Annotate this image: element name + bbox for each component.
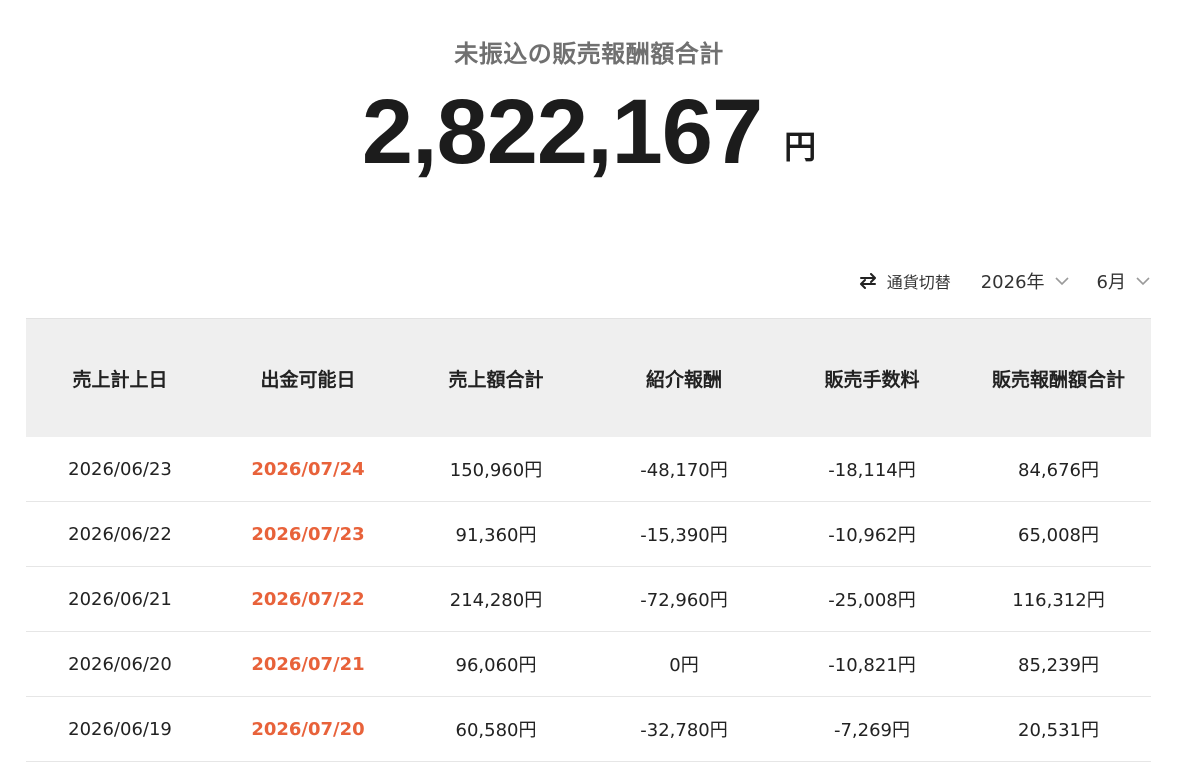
cell-reward-total: 116,312円 [1012,590,1105,611]
column-header-withdraw-date: 出金可能日 [260,368,356,391]
cell-reward-total: 85,239円 [1018,655,1099,676]
currency-toggle-button[interactable]: 通貨切替 [857,269,951,293]
summary-amount-group: 2,822,167 円 [0,82,1178,182]
cell-referral-reward: -15,390円 [640,525,728,546]
cell-reward-total: 20,531円 [1018,720,1099,741]
table-row: 2026/06/22 2026/07/23 91,360円 -15,390円 -… [26,502,1151,567]
cell-withdraw-date: 2026/07/20 [251,718,365,740]
cell-withdraw-date: 2026/07/23 [251,523,365,545]
summary-title: 未振込の販売報酬額合計 [454,40,724,68]
year-select-value: 2026年 [980,272,1045,293]
cell-sales-fee: -10,962円 [828,525,916,546]
cell-sales-date: 2026/06/19 [68,718,172,740]
summary-unit: 円 [784,128,817,166]
currency-toggle-label: 通貨切替 [886,273,951,292]
table-row: 2026/06/20 2026/07/21 96,060円 0円 -10,821… [26,632,1151,697]
cell-sales-fee: -25,008円 [828,590,916,611]
cell-referral-reward: -32,780円 [640,720,728,741]
cell-reward-total: 84,676円 [1018,460,1099,481]
cell-sales-fee: -18,114円 [828,460,916,481]
table-header-row: 売上計上日 出金可能日 売上額合計 紹介報酬 販売手数料 販売報酬額合計 [26,318,1151,437]
column-header-sales-fee: 販売手数料 [824,368,920,391]
month-select-value: 6月 [1096,272,1126,293]
cell-sales-date: 2026/06/21 [68,588,172,610]
cell-sales-date: 2026/06/22 [68,523,172,545]
cell-sales-fee: -10,821円 [828,655,916,676]
column-header-sales-total: 売上額合計 [448,368,544,391]
summary-amount: 2,822,167 [361,81,763,183]
year-select[interactable]: 2026年 [981,268,1069,294]
chevron-down-icon [1136,277,1150,286]
table-row: 2026/06/23 2026/07/24 150,960円 -48,170円 … [26,437,1151,502]
table-controls: 通貨切替 2026年 6月 [857,266,1150,296]
column-header-reward-total: 販売報酬額合計 [991,368,1125,391]
cell-sales-total: 96,060円 [455,655,537,676]
cell-withdraw-date: 2026/07/22 [251,588,365,610]
cell-withdraw-date: 2026/07/24 [251,458,365,480]
cell-sales-total: 150,960円 [449,460,543,481]
table-row: 2026/06/21 2026/07/22 214,280円 -72,960円 … [26,567,1151,632]
swap-arrows-icon [859,273,876,289]
chevron-down-icon [1054,277,1069,286]
column-header-referral-reward: 紹介報酬 [645,368,722,391]
cell-referral-reward: 0円 [669,655,699,676]
cell-sales-date: 2026/06/23 [68,458,172,480]
cell-withdraw-date: 2026/07/21 [251,653,365,675]
cell-referral-reward: -72,960円 [640,590,728,611]
sales-table: 売上計上日 出金可能日 売上額合計 紹介報酬 販売手数料 販売報酬額合計 202… [26,318,1151,762]
table-row: 2026/06/19 2026/07/20 60,580円 -32,780円 -… [26,697,1151,762]
cell-reward-total: 65,008円 [1018,525,1099,546]
cell-sales-fee: -7,269円 [833,720,911,741]
month-select[interactable]: 6月 [1097,268,1150,294]
cell-sales-total: 60,580円 [455,720,537,741]
cell-sales-total: 214,280円 [449,590,543,611]
column-header-sales-date: 売上計上日 [72,368,168,391]
cell-sales-total: 91,360円 [455,525,537,546]
cell-sales-date: 2026/06/20 [68,653,172,675]
cell-referral-reward: -48,170円 [640,460,728,481]
